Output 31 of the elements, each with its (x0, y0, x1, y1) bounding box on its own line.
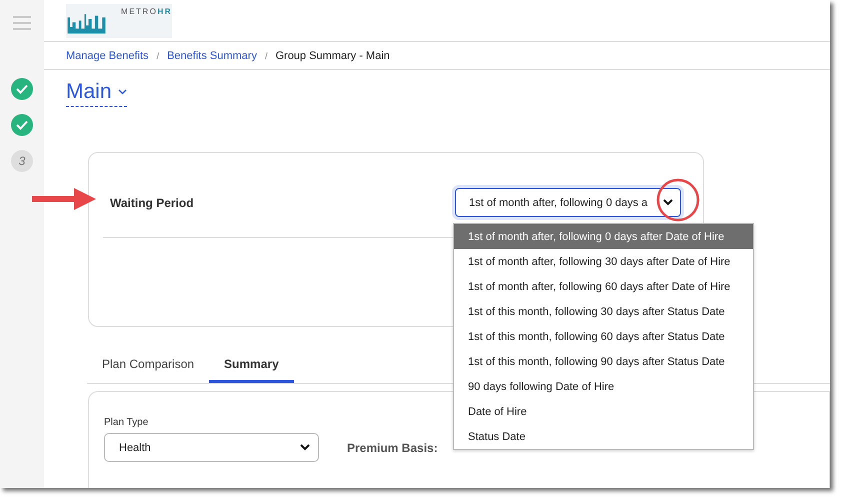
logo-text: METRO (121, 6, 158, 16)
plan-type-select[interactable]: Health (104, 433, 319, 462)
dropdown-option[interactable]: 1st of this month, following 30 days after Status Date (454, 299, 753, 324)
dropdown-option[interactable]: 1st of this month, following 90 days after Status Date (454, 349, 753, 374)
highlight-circle (656, 178, 700, 222)
logo-text: HR (157, 6, 172, 16)
premium-basis-label: Premium Basis: (347, 440, 438, 454)
breadcrumb-link[interactable]: Manage Benefits (66, 50, 149, 62)
breadcrumb-separator: / (156, 50, 160, 60)
waiting-period-select[interactable]: 1st of month after, following 0 days a (455, 188, 681, 217)
chevron-down-icon (118, 89, 127, 95)
chevron-down-icon (300, 444, 310, 451)
pointer-arrow (32, 187, 96, 211)
dropdown-option[interactable]: 1st of month after, following 60 days after Date of Hire (454, 274, 753, 299)
breadcrumb-current: Group Summary - Main (275, 50, 390, 62)
chevron-down-icon (663, 199, 673, 206)
page-title-dropdown[interactable]: Main (66, 80, 127, 107)
menu-icon[interactable] (13, 16, 31, 30)
dropdown-option[interactable]: 1st of month after, following 30 days after Date of Hire (454, 249, 753, 274)
field-label: Waiting Period (110, 196, 194, 210)
breadcrumb-separator: / (264, 50, 268, 60)
dropdown-option[interactable]: 1st of this month, following 60 days after Status Date (454, 324, 753, 349)
dropdown-option[interactable]: 90 days following Date of Hire (454, 374, 753, 399)
field-label: Plan Type (104, 417, 150, 428)
dropdown-option[interactable]: 1st of month after, following 0 days after Date of Hire (454, 224, 753, 249)
dropdown-option[interactable]: Date of Hire (454, 399, 753, 424)
step-number: 3 (11, 150, 33, 172)
tab[interactable]: Plan Comparison (87, 349, 210, 383)
breadcrumb-link[interactable]: Benefits Summary (167, 50, 257, 62)
dropdown-option[interactable]: Status Date (454, 424, 753, 449)
tab[interactable]: Summary (209, 349, 294, 383)
